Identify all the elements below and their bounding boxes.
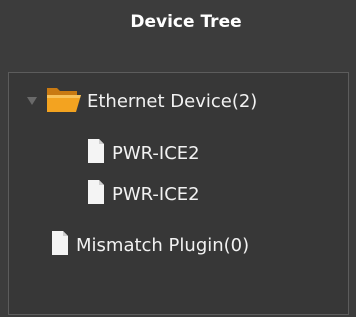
- file-icon: [88, 138, 112, 168]
- tree-node-pwr-ice2[interactable]: PWR-ICE2: [88, 178, 200, 210]
- file-icon: [88, 179, 112, 209]
- tree-node-mismatch-plugin[interactable]: Mismatch Plugin(0): [52, 229, 249, 261]
- expand-caret-icon[interactable]: [25, 94, 39, 108]
- tree-node-label: Ethernet Device(2): [87, 90, 258, 112]
- file-icon: [52, 230, 76, 260]
- folder-open-icon: [45, 84, 87, 119]
- panel-title: Device Tree: [130, 12, 242, 32]
- tree-node-label: PWR-ICE2: [112, 142, 200, 164]
- device-tree-panel: Device Tree Ethernet Device(2) PWR-ICE2: [0, 0, 356, 317]
- tree-node-label: Mismatch Plugin(0): [76, 234, 250, 256]
- tree-node-pwr-ice2[interactable]: PWR-ICE2: [88, 137, 200, 169]
- tree-node-ethernet-device[interactable]: Ethernet Device(2): [25, 85, 257, 117]
- tree-node-label: PWR-ICE2: [112, 183, 200, 205]
